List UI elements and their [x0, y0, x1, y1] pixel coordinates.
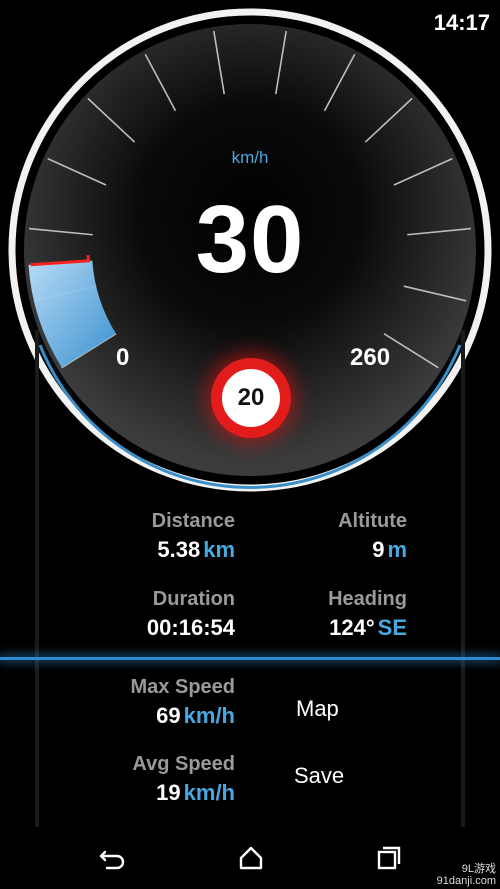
distance-stat: Distance 5.38 km: [90, 510, 235, 563]
save-button[interactable]: Save: [294, 763, 344, 789]
section-divider: [0, 657, 500, 660]
right-rail: [461, 330, 465, 830]
avg-speed-value: 19: [156, 780, 181, 805]
heading-label: Heading: [328, 588, 407, 610]
altitude-label: Altitute: [338, 510, 407, 532]
altitude-value: 9: [372, 537, 385, 562]
heading-unit: SE: [377, 615, 407, 640]
watermark: 9L游戏 91danji.com: [437, 863, 496, 887]
altitude-unit: m: [387, 537, 407, 562]
current-speed: 30: [195, 186, 305, 293]
max-speed-unit: km/h: [183, 703, 235, 728]
navigation-bar: 9L游戏 91danji.com: [0, 827, 500, 889]
duration-value: 00:16:54: [146, 615, 235, 640]
duration-stat: Duration 00:16:54: [90, 588, 235, 641]
status-time: 14:17: [433, 10, 490, 35]
left-rail: [35, 330, 39, 830]
altitude-stat: Altitute 9m: [290, 510, 407, 563]
avg-speed-unit: km/h: [183, 780, 235, 805]
map-button[interactable]: Map: [296, 696, 339, 722]
heading-stat: Heading 124° SE: [290, 588, 407, 641]
recents-icon[interactable]: [374, 843, 404, 873]
home-icon[interactable]: [236, 843, 266, 873]
distance-value: 5.38: [157, 537, 201, 562]
scale-max-label: 260: [350, 344, 391, 371]
max-speed-label: Max Speed: [130, 676, 235, 698]
speed-limit-value: 20: [237, 384, 265, 411]
watermark-brand: 9L游戏: [461, 863, 496, 875]
watermark-site: 91danji.com: [436, 875, 496, 887]
avg-speed-label: Avg Speed: [132, 753, 235, 775]
distance-unit: km: [203, 537, 235, 562]
scale-min-label: 0: [116, 344, 130, 371]
distance-label: Distance: [151, 510, 235, 532]
heading-value: 124°: [329, 615, 375, 640]
speed-limit-sign[interactable]: 20: [211, 358, 291, 438]
speed-unit: km/h: [231, 148, 269, 167]
back-icon[interactable]: [97, 843, 127, 873]
max-speed-stat: Max Speed 69 km/h: [60, 676, 235, 729]
max-speed-value: 69: [156, 703, 181, 728]
duration-label: Duration: [152, 588, 235, 610]
avg-speed-stat: Avg Speed 19 km/h: [60, 753, 235, 806]
